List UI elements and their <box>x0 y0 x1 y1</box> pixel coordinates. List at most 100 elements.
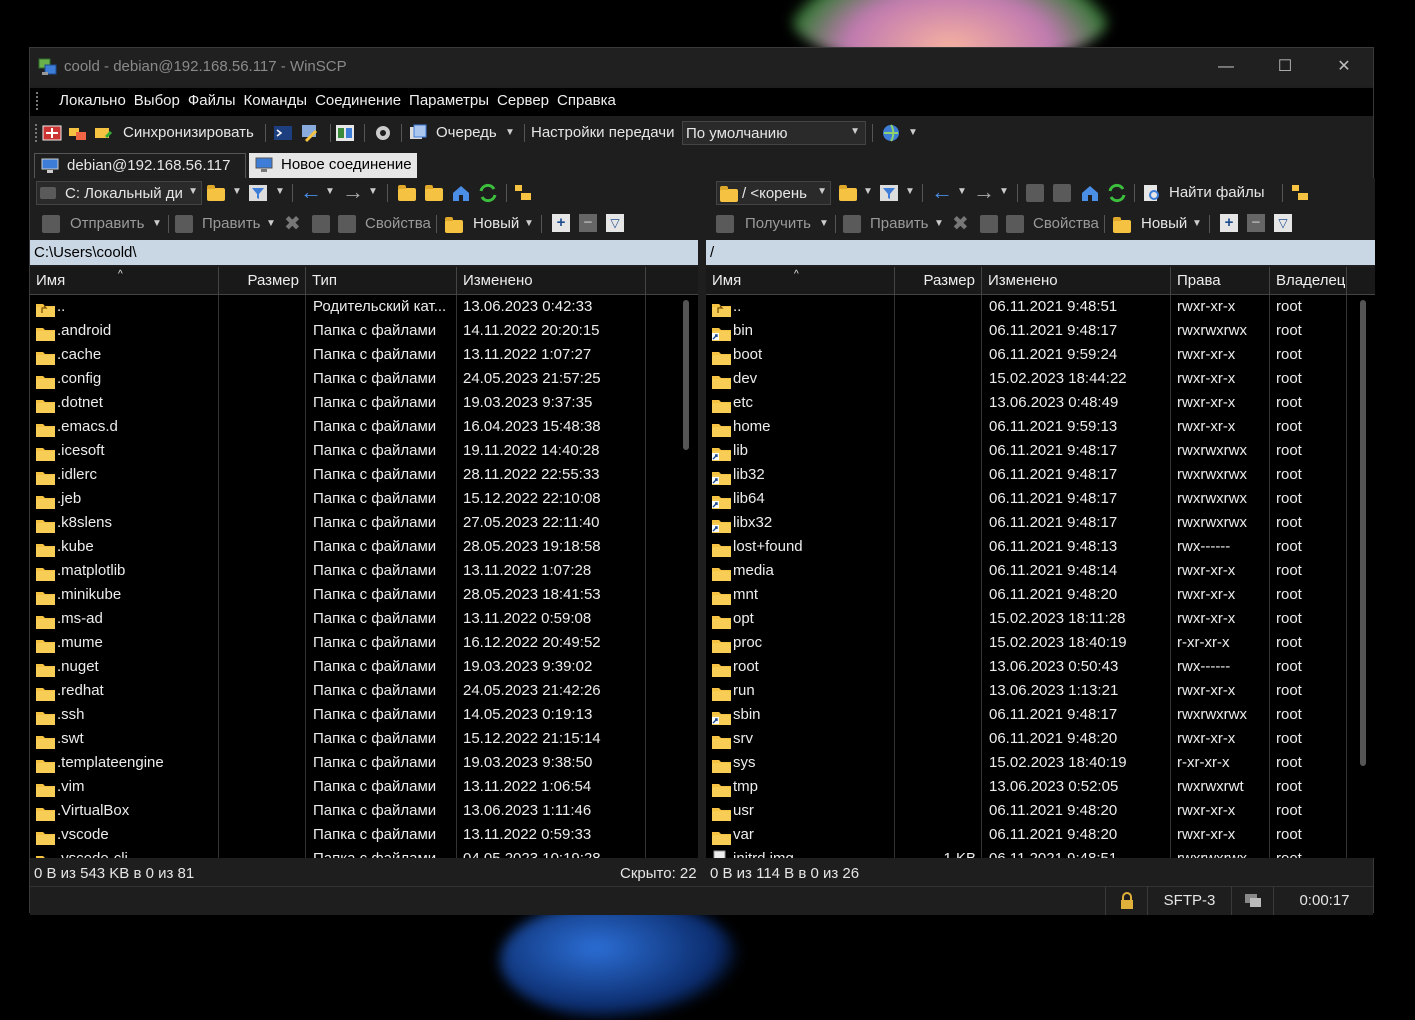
table-row[interactable]: .vscode Папка с файлами 13.11.2022 0:59:33 <box>30 823 698 847</box>
col-name[interactable]: Имя ^ <box>30 267 219 294</box>
table-row[interactable]: .icesoft Папка с файлами 19.11.2022 14:40:… <box>30 439 698 463</box>
queue-icon[interactable] <box>408 123 428 143</box>
edit-button[interactable]: Править <box>870 211 929 237</box>
find-files-button[interactable]: Найти файлы <box>1169 180 1265 206</box>
local-file-list[interactable]: .. Родительский кат... 13.06.2023 0:42:33.… <box>30 295 698 858</box>
table-row[interactable]: run 13.06.2023 1:13:21 rwxr-xr-x root <box>706 679 1375 703</box>
table-row[interactable]: .android Папка с файлами 14.11.2022 20:20:… <box>30 319 698 343</box>
col-size[interactable]: Размер <box>219 267 306 294</box>
queue-button[interactable]: Очередь <box>436 120 497 146</box>
home-icon[interactable] <box>451 183 471 203</box>
table-row[interactable]: usr 06.11.2021 9:48:20 rwxr-xr-x root <box>706 799 1375 823</box>
table-row[interactable]: sys 15.02.2023 18:40:19 r-xr-xr-x root <box>706 751 1375 775</box>
protocol-indicator[interactable]: SFTP-3 <box>1147 887 1231 915</box>
download-icon[interactable] <box>716 215 734 233</box>
local-scrollbar[interactable] <box>683 300 689 450</box>
col-owner[interactable]: Владелец <box>1270 267 1347 294</box>
table-row[interactable]: mnt 06.11.2021 9:48:20 rwxr-xr-x root <box>706 583 1375 607</box>
table-row[interactable]: .mume Папка с файлами 16.12.2022 20:49:52 <box>30 631 698 655</box>
remote-path-bar[interactable]: / <box>706 240 1375 265</box>
table-row[interactable]: .idlerc Папка с файлами 28.11.2022 22:55:3… <box>30 463 698 487</box>
table-row[interactable]: .. 06.11.2021 9:48:51 rwxr-xr-x root <box>706 295 1375 319</box>
transfer-preset-select[interactable]: По умолчанию ▼ <box>682 121 866 145</box>
col-rights[interactable]: Права <box>1171 267 1270 294</box>
delete-icon[interactable]: ✖ <box>284 211 301 236</box>
download-button[interactable]: Получить <box>745 211 811 237</box>
invert-selection-icon[interactable]: ▽ <box>606 214 624 232</box>
upload-icon[interactable] <box>42 215 60 233</box>
invert-selection-icon[interactable]: ▽ <box>1274 214 1292 232</box>
properties-icon[interactable] <box>1006 215 1024 233</box>
table-row[interactable]: boot 06.11.2021 9:59:24 rwxr-xr-x root <box>706 343 1375 367</box>
local-drive-select[interactable]: C: Локальный ди ▼ <box>36 181 202 205</box>
menu-item[interactable]: Команды <box>240 88 312 114</box>
table-row[interactable]: etc 13.06.2023 0:48:49 rwxr-xr-x root <box>706 391 1375 415</box>
tree-view-icon[interactable] <box>1290 183 1310 203</box>
chevron-down-icon[interactable]: ▼ <box>850 126 860 137</box>
globe-icon[interactable] <box>881 123 901 143</box>
menu-item[interactable]: Справка <box>553 88 620 114</box>
terminal-icon[interactable] <box>273 123 293 143</box>
parent-dir-icon[interactable] <box>398 185 416 201</box>
menu-item[interactable]: Соединение <box>311 88 405 114</box>
maximize-button[interactable]: ☐ <box>1256 48 1314 86</box>
edit-icon[interactable] <box>843 215 861 233</box>
tab-session[interactable]: debian@192.168.56.117 ✕ <box>34 153 246 197</box>
queue-dropdown-icon[interactable]: ▼ <box>505 120 515 146</box>
back-dropdown-icon[interactable]: ▼ <box>957 186 967 197</box>
open-folder-icon[interactable] <box>839 185 857 201</box>
tree-view-icon[interactable] <box>513 183 533 203</box>
menu-item[interactable]: Параметры <box>405 88 493 114</box>
table-row[interactable]: .kube Папка с файлами 28.05.2023 19:18:58 <box>30 535 698 559</box>
edit-dropdown-icon[interactable]: ▼ <box>934 211 944 237</box>
forward-dropdown-icon[interactable]: ▼ <box>368 186 378 197</box>
table-row[interactable]: .cache Папка с файлами 13.11.2022 1:07:27 <box>30 343 698 367</box>
table-row[interactable]: dev 15.02.2023 18:44:22 rwxr-xr-x root <box>706 367 1375 391</box>
remote-drive-select[interactable]: / <корень ▼ <box>716 181 831 205</box>
back-icon[interactable]: ← <box>931 179 953 205</box>
filter-icon[interactable] <box>879 183 899 203</box>
forward-icon[interactable]: → <box>973 179 995 205</box>
root-dir-icon[interactable] <box>425 185 443 201</box>
download-dropdown-icon[interactable]: ▼ <box>819 211 829 237</box>
table-row[interactable]: .ssh Папка с файлами 14.05.2023 0:19:13 <box>30 703 698 727</box>
chevron-down-icon[interactable]: ▼ <box>817 186 827 197</box>
properties-button[interactable]: Свойства <box>365 211 431 237</box>
menu-item[interactable]: Файлы <box>184 88 240 114</box>
menu-item[interactable]: Сервер <box>493 88 553 114</box>
back-icon[interactable]: ← <box>300 179 322 205</box>
upload-dropdown-icon[interactable]: ▼ <box>152 211 162 237</box>
col-size[interactable]: Размер <box>895 267 982 294</box>
new-icon[interactable] <box>1113 217 1131 233</box>
forward-icon[interactable]: → <box>342 179 364 205</box>
remote-scrollbar[interactable] <box>1360 300 1366 766</box>
filter-dropdown-icon[interactable]: ▼ <box>275 186 285 197</box>
tab-new-connection[interactable]: Новое соединение <box>249 153 417 178</box>
properties-button[interactable]: Свойства <box>1033 211 1099 237</box>
col-modified[interactable]: Изменено <box>982 267 1171 294</box>
table-row[interactable]: .emacs.d Папка с файлами 16.04.2023 15:48:… <box>30 415 698 439</box>
table-row[interactable]: srv 06.11.2021 9:48:20 rwxr-xr-x root <box>706 727 1375 751</box>
table-row[interactable]: lib32 06.11.2021 9:48:17 rwxrwxrwx root <box>706 463 1375 487</box>
minimize-button[interactable]: — <box>1197 48 1255 86</box>
panel-splitter[interactable] <box>698 178 706 858</box>
select-all-icon[interactable]: + <box>552 214 570 232</box>
table-row[interactable]: .config Папка с файлами 24.05.2023 21:57:2… <box>30 367 698 391</box>
new-button[interactable]: Новый <box>1141 211 1187 237</box>
open-folder-icon[interactable] <box>207 185 225 201</box>
col-modified[interactable]: Изменено <box>457 267 646 294</box>
table-row[interactable]: .vim Папка с файлами 13.11.2022 1:06:54 <box>30 775 698 799</box>
col-type[interactable]: Тип <box>306 267 457 294</box>
table-row[interactable]: .jeb Папка с файлами 15.12.2022 22:10:08 <box>30 487 698 511</box>
globe-dropdown-icon[interactable]: ▼ <box>908 120 918 146</box>
menu-item[interactable]: Локально <box>55 88 130 114</box>
filter-dropdown-icon[interactable]: ▼ <box>905 186 915 197</box>
edit-icon[interactable] <box>175 215 193 233</box>
upload-button[interactable]: Отправить <box>70 211 144 237</box>
forward-dropdown-icon[interactable]: ▼ <box>999 186 1009 197</box>
table-row[interactable]: .swt Папка с файлами 15.12.2022 21:15:14 <box>30 727 698 751</box>
table-row[interactable]: sbin 06.11.2021 9:48:17 rwxrwxrwx root <box>706 703 1375 727</box>
local-hidden-count[interactable]: Скрыто: 22 <box>620 861 697 887</box>
chevron-down-icon[interactable]: ▼ <box>188 186 198 197</box>
sync-browse-icon[interactable] <box>68 123 88 143</box>
